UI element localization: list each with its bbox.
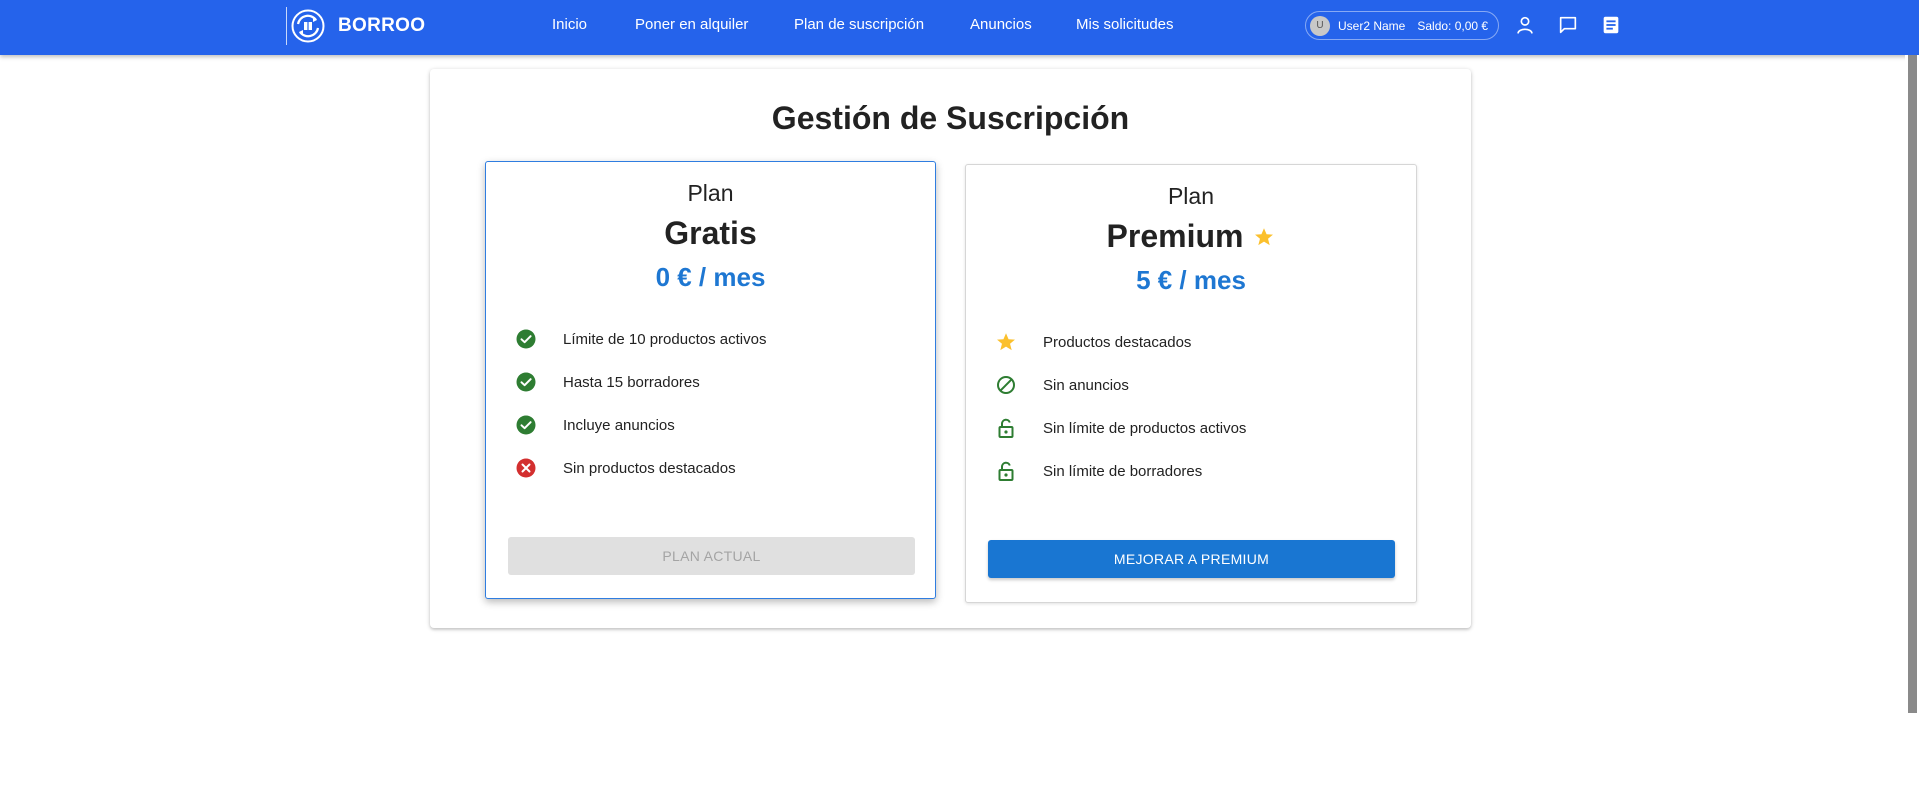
nav-link-poner-en-alquiler[interactable]: Poner en alquiler xyxy=(635,16,748,33)
feature-item: Sin límite de productos activos xyxy=(995,416,1246,440)
current-plan-button: PLAN ACTUAL xyxy=(508,537,915,575)
chat-icon[interactable] xyxy=(1557,14,1579,36)
feature-item: Sin productos destacados xyxy=(515,456,736,480)
star-icon xyxy=(997,333,1015,351)
brand-divider xyxy=(286,7,287,45)
nav-link-plan-de-suscripcion[interactable]: Plan de suscripción xyxy=(794,16,924,33)
feature-item: Hasta 15 borradores xyxy=(515,370,700,394)
check-circle-icon xyxy=(516,329,536,349)
nav-link-mis-solicitudes[interactable]: Mis solicitudes xyxy=(1076,16,1174,33)
cancel-circle-icon xyxy=(516,458,536,478)
borroo-logo-icon xyxy=(291,9,325,43)
avatar: U xyxy=(1310,15,1330,36)
plan-price: 5 € / mes xyxy=(1136,265,1246,295)
user-name: User2 Name xyxy=(1338,18,1406,33)
check-circle-icon xyxy=(516,415,536,435)
feature-text: Sin límite de borradores xyxy=(1043,462,1203,480)
brand-name: BORROO xyxy=(338,15,426,36)
user-balance: Saldo: 0,00 € xyxy=(1417,18,1489,33)
feature-text: Sin productos destacados xyxy=(563,459,736,477)
feature-text: Sin límite de productos activos xyxy=(1043,419,1247,437)
page-title: Gestión de Suscripción xyxy=(771,100,1130,136)
feature-text: Hasta 15 borradores xyxy=(563,373,700,391)
feature-text: Sin anuncios xyxy=(1043,376,1129,394)
upgrade-premium-button[interactable]: MEJORAR A PREMIUM xyxy=(988,540,1395,578)
notes-icon[interactable] xyxy=(1600,14,1622,36)
unlock-icon xyxy=(998,461,1014,481)
plan-name-text: Gratis xyxy=(664,215,757,251)
plan-price: 0 € / mes xyxy=(655,262,766,292)
plan-kicker: Plan xyxy=(687,180,734,206)
check-circle-icon xyxy=(516,372,536,392)
unlock-icon xyxy=(998,418,1014,438)
profile-icon[interactable] xyxy=(1514,14,1536,36)
plan-name: Premium xyxy=(966,218,1416,255)
feature-item: Límite de 10 productos activos xyxy=(515,327,766,351)
feature-item: Productos destacados xyxy=(995,330,1191,354)
top-navigation-bar: BORROO Inicio Poner en alquiler Plan de … xyxy=(0,0,1919,55)
star-icon xyxy=(1255,227,1274,245)
plan-name: Gratis xyxy=(486,215,935,252)
user-balance-chip[interactable]: U User2 Name Saldo: 0,00 € xyxy=(1305,11,1499,40)
feature-item: Incluye anuncios xyxy=(515,413,675,437)
brand[interactable]: BORROO xyxy=(286,7,425,45)
plan-card-premium: Plan Premium 5 € / mes Productos destaca… xyxy=(965,164,1417,603)
feature-item: Sin límite de borradores xyxy=(995,459,1202,483)
plan-name-text: Premium xyxy=(1106,218,1244,254)
feature-text: Límite de 10 productos activos xyxy=(563,330,767,348)
block-icon xyxy=(997,376,1015,394)
feature-text: Incluye anuncios xyxy=(563,416,675,434)
nav-link-inicio[interactable]: Inicio xyxy=(552,16,587,33)
scrollbar-thumb[interactable] xyxy=(1908,55,1917,713)
nav-link-anuncios[interactable]: Anuncios xyxy=(970,16,1032,33)
feature-text: Productos destacados xyxy=(1043,333,1192,351)
plan-card-gratis: Plan Gratis 0 € / mes Límite de 10 produ… xyxy=(485,161,936,599)
plan-kicker: Plan xyxy=(1167,183,1215,209)
feature-item: Sin anuncios xyxy=(995,373,1129,397)
